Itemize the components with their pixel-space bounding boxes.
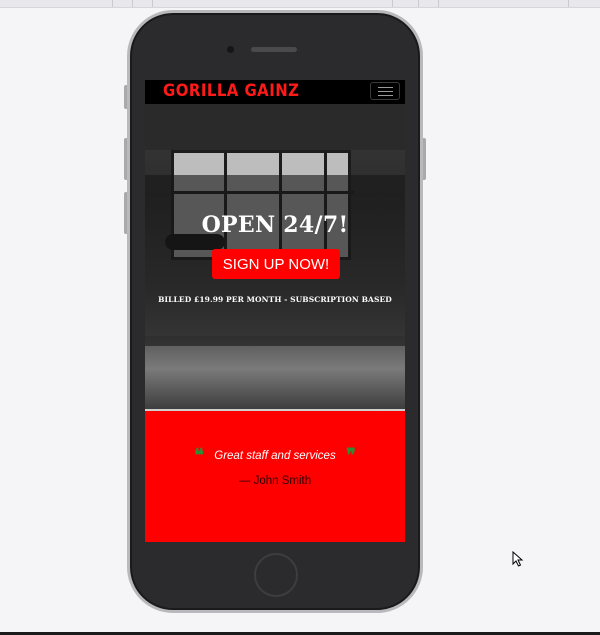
earpiece-speaker	[251, 47, 297, 52]
mouse-cursor-icon	[512, 551, 524, 567]
strip-divider	[418, 0, 419, 7]
testimonial-quote: ❝ Great staff and services ❞	[145, 445, 405, 466]
strip-divider	[132, 0, 133, 7]
hamburger-icon[interactable]	[370, 82, 400, 100]
strip-divider	[438, 0, 439, 7]
navbar: GORILLA GAINZ	[145, 80, 405, 104]
testimonial-section: ❝ Great staff and services ❞ — John Smit…	[145, 411, 405, 542]
hero-section: OPEN 24/7! SIGN UP NOW! BILLED £19.99 PE…	[145, 104, 405, 409]
brand-logo[interactable]: GORILLA GAINZ	[163, 81, 299, 101]
front-camera	[227, 46, 234, 53]
strip-divider	[392, 0, 393, 7]
quote-author: — John Smith	[238, 475, 312, 487]
strip-divider	[152, 0, 153, 7]
browser-top-strip	[0, 0, 600, 8]
billing-note: BILLED £19.99 PER MONTH - SUBSCRIPTION B…	[158, 295, 392, 304]
quote-text: Great staff and services	[214, 449, 336, 462]
strip-divider	[112, 0, 113, 7]
hero-title: OPEN 24/7!	[201, 212, 349, 238]
hero-bg-floor	[145, 336, 405, 409]
sign-up-button[interactable]: SIGN UP NOW!	[212, 249, 340, 279]
strip-divider	[568, 0, 569, 7]
phone-screen: GORILLA GAINZ OPEN 24/7! SIGN UP NOW! BI…	[145, 80, 405, 542]
close-quote-icon: ❞	[346, 445, 356, 466]
home-button[interactable]	[254, 553, 298, 597]
open-quote-icon: ❝	[194, 445, 204, 466]
hero-bg-ceiling	[145, 104, 405, 150]
